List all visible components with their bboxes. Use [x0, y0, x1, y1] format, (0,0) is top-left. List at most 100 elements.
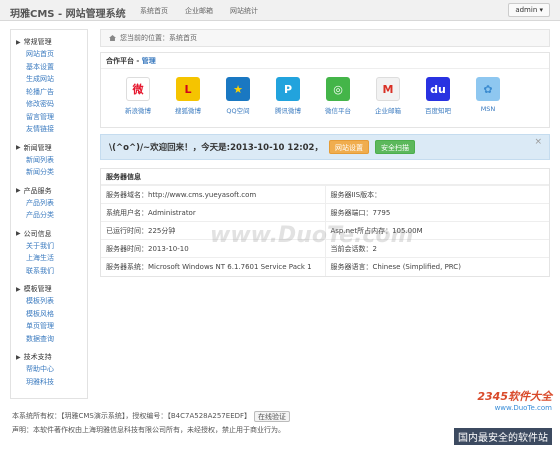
- footer: 本系统所有权：【玥雅CMS演示系统】，授权编号：【B4C7A528A257EED…: [12, 409, 291, 437]
- sidebar-item[interactable]: 模板列表: [11, 295, 87, 308]
- table-cell: 服务器端口：7795: [324, 203, 549, 222]
- tencent-weibo-icon: P: [276, 77, 300, 101]
- sidebar-item[interactable]: 产品列表: [11, 197, 87, 210]
- watermark-url: www.DuoTe.com: [494, 404, 552, 412]
- partners-title: 合作平台 -: [106, 57, 142, 65]
- welcome-banner: \(^o^)/~欢迎回来！，今天是:2013-10-10 12:02， 网站设置…: [100, 134, 550, 160]
- table-cell: 系统用户名：Administrator: [101, 203, 325, 222]
- partner-label: MSN: [480, 105, 496, 113]
- partner-item[interactable]: 微新浪微博: [113, 77, 163, 123]
- partner-label: 企业邮箱: [375, 107, 401, 115]
- sidebar-item[interactable]: 留言管理: [11, 111, 87, 124]
- verify-online-button[interactable]: 在线验证: [254, 410, 291, 422]
- sidebar-group-label: 模板管理: [23, 285, 52, 293]
- expand-arrow-icon: ▶: [16, 144, 21, 151]
- sidebar-item[interactable]: 关于我们: [11, 240, 87, 253]
- table-cell: 服务器IIS版本：: [324, 185, 549, 204]
- site-settings-button[interactable]: 网站设置: [328, 140, 369, 154]
- license-text: 本系统所有权：【玥雅CMS演示系统】，授权编号：【B4C7A528A257EED…: [12, 412, 252, 420]
- sidebar-group-title[interactable]: ▶ 产品服务: [11, 185, 87, 197]
- partner-label: 新浪微博: [125, 107, 151, 115]
- watermark-slogan: 国内最安全的软件站: [454, 428, 552, 445]
- partner-item[interactable]: P 腾讯微博: [263, 77, 313, 123]
- expand-arrow-icon: ▶: [16, 230, 21, 237]
- partners-heading: 合作平台 - 管理: [101, 53, 549, 69]
- sidebar-item[interactable]: 网站首页: [11, 48, 87, 61]
- expand-arrow-icon: ▶: [16, 353, 21, 361]
- close-icon[interactable]: ×: [534, 137, 542, 147]
- sidebar-group: ▶ 公司信息 关于我们 上海生活 联系我们: [11, 228, 87, 278]
- wechat-icon: ◎: [326, 77, 350, 101]
- partner-item[interactable]: ◎ 微信平台: [313, 77, 363, 123]
- sidebar-item[interactable]: 产品分类: [11, 209, 87, 222]
- expand-arrow-icon: ▶: [16, 38, 21, 46]
- partner-item[interactable]: M 企业邮箱: [363, 77, 413, 123]
- partner-label: 微信平台: [325, 107, 351, 115]
- nav-stats[interactable]: 网站统计: [230, 6, 258, 16]
- sidebar-group-label: 公司信息: [23, 229, 52, 238]
- sidebar-item[interactable]: 新闻分类: [11, 166, 87, 179]
- sidebar-group-label: 技术支持: [23, 353, 52, 361]
- partner-label: 搜狐微博: [175, 107, 201, 115]
- partner-icons: 微新浪微博 L 搜狐微博 ★ QQ空间 P 腾讯微博 ◎ 微信平台 M 企业邮箱 du 百度知吧 ✿ MSN: [101, 69, 549, 127]
- sidebar-group-title[interactable]: ▶ 模板管理: [11, 283, 87, 295]
- partner-label: 腾讯微博: [275, 107, 301, 115]
- top-nav: 系统首页 企业邮箱 网站统计: [140, 6, 275, 16]
- sidebar-item[interactable]: 新闻列表: [11, 154, 87, 167]
- sidebar-group: ▶ 模板管理 模板列表 模板风格 单页管理 数据查询: [11, 283, 87, 345]
- server-info-title: 服务器信息: [101, 169, 549, 185]
- watermark-corner: 2345软件大全 www.DuoTe.com: [477, 388, 552, 412]
- user-menu-button[interactable]: admin ▾: [508, 3, 550, 17]
- weibo-icon: 微: [126, 77, 150, 101]
- partner-label: 百度知吧: [425, 107, 451, 115]
- sidebar-item[interactable]: 轮播广告: [11, 86, 87, 99]
- qzone-icon: ★: [226, 77, 250, 101]
- partner-item[interactable]: du 百度知吧: [413, 77, 463, 123]
- sidebar: ▶ 常规管理 网站首页 基本设置 生成网站 轮播广告 修改密码 留言管理 友情链接 ▶ 新闻管理 新闻…: [10, 29, 88, 399]
- partner-item[interactable]: L 搜狐微博: [163, 77, 213, 123]
- sidebar-group-title[interactable]: ▶ 常规管理: [11, 36, 87, 48]
- sidebar-item[interactable]: 模板风格: [11, 308, 87, 321]
- baidu-icon: du: [426, 77, 450, 101]
- top-bar: 玥雅CMS - 网站管理系统 系统首页 企业邮箱 网站统计 admin ▾: [0, 0, 560, 21]
- sidebar-group-title[interactable]: ▶ 公司信息: [11, 228, 87, 240]
- sidebar-item[interactable]: 生成网站: [11, 73, 87, 86]
- table-cell: 服务器域名：http://www.cms.yueyasoft.com: [101, 185, 325, 204]
- msn-icon: ✿: [476, 77, 500, 101]
- sidebar-item[interactable]: 单页管理: [11, 320, 87, 333]
- sidebar-group-title[interactable]: ▶ 新闻管理: [11, 142, 87, 154]
- expand-arrow-icon: ▶: [16, 285, 21, 293]
- sidebar-group-label: 新闻管理: [23, 143, 52, 152]
- nav-home[interactable]: 系统首页: [140, 6, 168, 16]
- expand-arrow-icon: ▶: [16, 187, 21, 194]
- partners-manage-link[interactable]: 管理: [142, 57, 156, 65]
- watermark-center: www.DuoTe.com: [210, 223, 414, 248]
- security-scan-button[interactable]: 安全扫描: [374, 140, 415, 154]
- nav-mail[interactable]: 企业邮箱: [185, 6, 213, 16]
- mail-icon: M: [376, 77, 400, 101]
- sidebar-item[interactable]: 联系我们: [11, 265, 87, 278]
- watermark-brand: 2345软件大全: [477, 390, 552, 403]
- breadcrumb: 您当前的位置：系统首页: [100, 29, 550, 47]
- sohu-weibo-icon: L: [176, 77, 200, 101]
- partner-item[interactable]: ✿ MSN: [463, 77, 513, 123]
- sidebar-group-title[interactable]: ▶ 技术支持: [11, 351, 87, 363]
- sidebar-group: ▶ 技术支持 帮助中心 玥雅科技: [11, 351, 87, 388]
- sidebar-item[interactable]: 数据查询: [11, 333, 87, 346]
- partner-item[interactable]: ★ QQ空间: [213, 77, 263, 123]
- welcome-text: \(^o^)/~欢迎回来！，今天是:2013-10-10 12:02，: [109, 143, 323, 153]
- table-row: 系统用户名：Administrator 服务器端口：7795: [101, 203, 549, 222]
- sidebar-item[interactable]: 帮助中心: [11, 363, 87, 376]
- sidebar-item[interactable]: 基本设置: [11, 61, 87, 74]
- app-title: 玥雅CMS - 网站管理系统: [10, 9, 126, 20]
- home-icon: [109, 35, 116, 41]
- sidebar-item[interactable]: 修改密码: [11, 98, 87, 111]
- table-cell: 服务器系统：Microsoft Windows NT 6.1.7601 Serv…: [101, 257, 325, 276]
- sidebar-item[interactable]: 友情链接: [11, 123, 87, 136]
- sidebar-group: ▶ 新闻管理 新闻列表 新闻分类: [11, 142, 87, 179]
- sidebar-item[interactable]: 上海生活: [11, 252, 87, 265]
- table-row: 服务器系统：Microsoft Windows NT 6.1.7601 Serv…: [101, 257, 549, 276]
- partners-panel: 合作平台 - 管理 微新浪微博 L 搜狐微博 ★ QQ空间 P 腾讯微博 ◎ 微信平台 M 企业邮箱…: [100, 52, 550, 128]
- partner-label: QQ空间: [226, 107, 250, 115]
- sidebar-item[interactable]: 玥雅科技: [11, 376, 87, 389]
